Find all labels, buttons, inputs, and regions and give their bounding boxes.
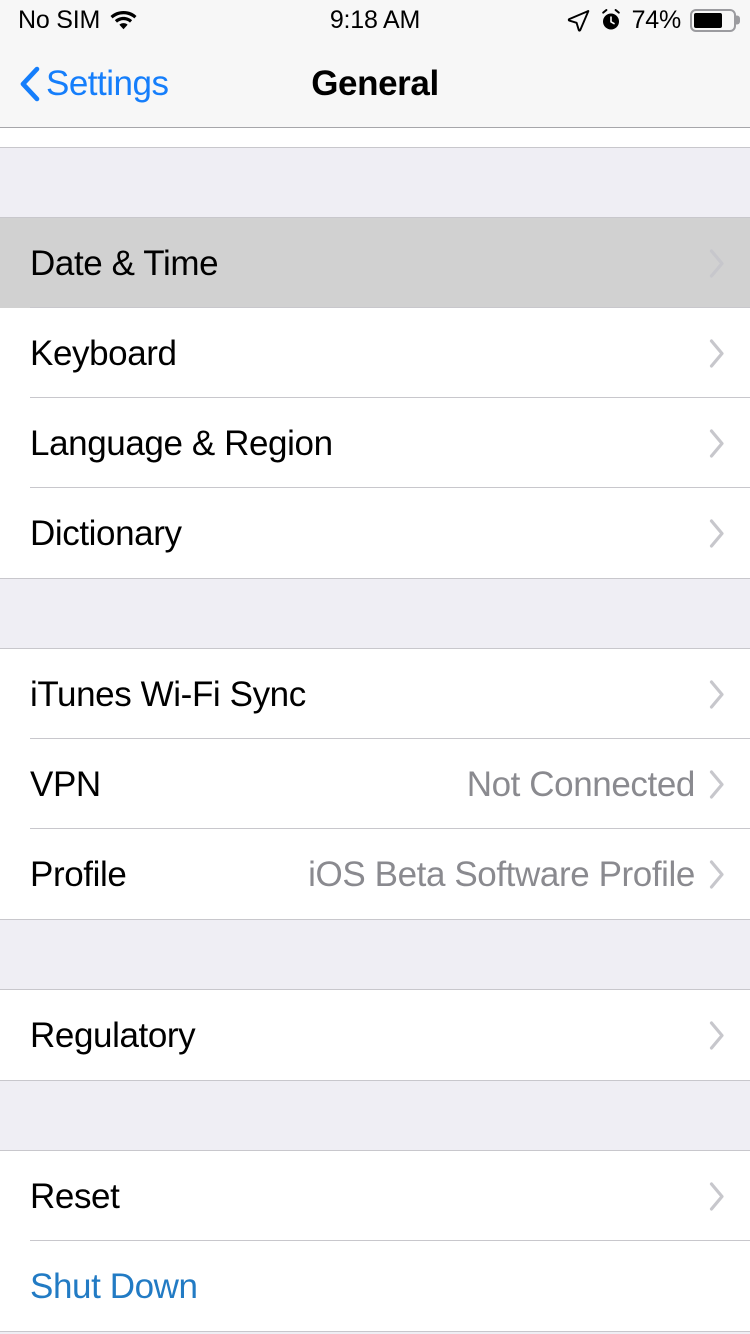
section-bottom-separator [0, 1331, 750, 1332]
row-accessory [709, 1272, 726, 1301]
row-accessory-spacer [709, 1272, 726, 1301]
alarm-clock-icon [599, 8, 623, 32]
row-label: Regulatory [30, 1015, 196, 1055]
disclosure-chevron-icon [709, 1020, 726, 1050]
row-accessory [709, 518, 726, 548]
settings-row-reset[interactable]: Reset [0, 1151, 750, 1241]
disclosure-chevron-icon [709, 679, 726, 709]
disclosure-chevron-icon [709, 338, 726, 368]
disclosure-chevron-icon [709, 859, 726, 889]
settings-row-dictionary[interactable]: Dictionary [0, 488, 750, 578]
battery-icon [690, 8, 736, 32]
settings-section-1: Date & Time Keyboard Language & Region Dict… [0, 218, 750, 579]
row-label: Reset [30, 1176, 120, 1216]
iphone-screen: No SIM 9:18 AM 74% Settings General Date… [0, 0, 750, 1334]
row-accessory [709, 428, 726, 458]
page-title: General [311, 63, 439, 103]
settings-row-shut-down[interactable]: Shut Down [0, 1241, 750, 1331]
settings-table: Date & Time Keyboard Language & Region Dict… [0, 128, 750, 1332]
row-accessory [709, 1181, 726, 1211]
settings-row-keyboard[interactable]: Keyboard [0, 308, 750, 398]
settings-row-regulatory[interactable]: Regulatory [0, 990, 750, 1080]
navigation-bar: Settings General [0, 40, 750, 128]
disclosure-chevron-icon [709, 428, 726, 458]
section-gap [0, 148, 750, 218]
row-accessory [709, 248, 726, 278]
location-arrow-icon [567, 9, 590, 32]
status-bar: No SIM 9:18 AM 74% [0, 0, 750, 40]
row-label: Language & Region [30, 423, 333, 463]
row-value: Not Connected [466, 764, 696, 804]
row-value: iOS Beta Software Profile [308, 854, 695, 894]
row-label: Profile [30, 854, 127, 894]
settings-section-3: Regulatory [0, 990, 750, 1081]
battery-percent-label: 74% [631, 5, 682, 34]
section-gap [0, 920, 750, 990]
table-top-filler [0, 128, 750, 148]
section-gap [0, 1081, 750, 1151]
row-label: VPN [30, 764, 101, 804]
settings-section-4: Reset Shut Down [0, 1151, 750, 1332]
row-accessory [709, 338, 726, 368]
settings-row-language-region[interactable]: Language & Region [0, 398, 750, 488]
settings-row-vpn[interactable]: VPN Not Connected [0, 739, 750, 829]
row-accessory: iOS Beta Software Profile [308, 857, 726, 892]
section-gap [0, 579, 750, 649]
disclosure-chevron-icon [709, 518, 726, 548]
row-label: iTunes Wi-Fi Sync [30, 674, 306, 714]
row-accessory [709, 1020, 726, 1050]
clock-label: 9:18 AM [329, 5, 421, 34]
row-label: Shut Down [30, 1266, 198, 1306]
row-label: Date & Time [30, 243, 219, 283]
row-accessory: Not Connected [467, 767, 726, 802]
settings-row-date-time[interactable]: Date & Time [0, 218, 750, 308]
settings-row-profile[interactable]: Profile iOS Beta Software Profile [0, 829, 750, 919]
status-bar-right: 74% [567, 5, 736, 34]
disclosure-chevron-icon [709, 769, 726, 799]
settings-row-itunes-wi-fi-sync[interactable]: iTunes Wi-Fi Sync [0, 649, 750, 739]
row-accessory [709, 679, 726, 709]
disclosure-chevron-icon [709, 1181, 726, 1211]
disclosure-chevron-icon [709, 248, 726, 278]
row-label: Keyboard [30, 333, 177, 373]
settings-section-2: iTunes Wi-Fi Sync VPN Not Connected Profile… [0, 649, 750, 920]
row-label: Dictionary [30, 513, 182, 553]
